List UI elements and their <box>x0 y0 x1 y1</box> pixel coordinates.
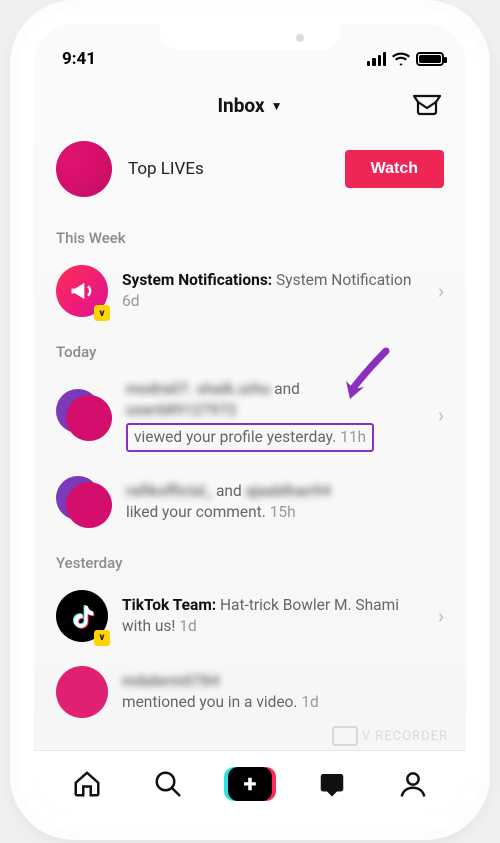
chevron-down-icon: ▼ <box>271 99 283 113</box>
profile-icon <box>398 769 428 799</box>
username-blurred: mdalerm0784 <box>122 672 220 690</box>
direct-messages-icon[interactable] <box>412 92 442 116</box>
home-icon <box>72 769 102 799</box>
username-blurred: modra07. shaik.urhu <box>126 380 270 398</box>
comment-like-text: liked your comment. <box>126 503 266 521</box>
notification-body: rafikofficial_ and ajaablhan94 liked you… <box>126 481 444 523</box>
create-button[interactable]: + <box>228 767 272 801</box>
chevron-right-icon: › <box>438 604 444 628</box>
notif-time: 15h <box>270 503 296 521</box>
bottom-tabbar: + <box>34 750 466 816</box>
tab-inbox[interactable] <box>310 769 354 799</box>
status-indicators <box>367 52 444 66</box>
notification-body: System Notifications: System Notificatio… <box>122 270 424 312</box>
section-this-week: This Week <box>34 215 466 253</box>
connector: and <box>274 380 300 398</box>
section-yesterday: Yesterday <box>34 540 466 578</box>
search-icon <box>153 769 183 799</box>
status-time: 9:41 <box>62 49 96 69</box>
live-avatar <box>56 141 112 197</box>
notification-mention[interactable]: mdalerm0784 mentioned you in a video. 1d <box>34 654 466 730</box>
mention-text: mentioned you in a video. <box>122 693 297 711</box>
notification-body: mdalerm0784 mentioned you in a video. 1d <box>122 671 444 713</box>
chevron-right-icon: › <box>438 403 444 427</box>
watermark-icon <box>332 726 358 746</box>
double-avatar <box>56 476 112 528</box>
tiktok-avatar: v <box>56 590 108 642</box>
battery-icon <box>416 52 444 66</box>
plus-icon: + <box>244 772 257 796</box>
phone-frame: 9:41 Inbox ▼ Top LIVEs Watch Th <box>20 10 480 830</box>
tab-discover[interactable] <box>146 769 190 799</box>
double-avatar <box>56 389 112 441</box>
notif-title-rest: System Notification <box>276 271 411 289</box>
signal-icon <box>367 52 386 66</box>
recorder-watermark: V RECORDER <box>332 726 448 746</box>
megaphone-avatar: v <box>56 265 108 317</box>
notif-time: 1d <box>179 617 196 635</box>
watch-button[interactable]: Watch <box>345 150 444 188</box>
wifi-icon <box>392 52 410 66</box>
highlighted-text: viewed your profile yesterday. 11h <box>126 423 374 452</box>
notif-time: 11h <box>340 428 366 446</box>
section-today: Today <box>34 329 466 367</box>
tab-create[interactable]: + <box>228 767 272 801</box>
verified-badge: v <box>94 630 110 646</box>
notif-time: 6d <box>122 292 139 310</box>
notification-body: TikTok Team: Hat-trick Bowler M. Shami w… <box>122 595 424 637</box>
top-lives-label: Top LIVEs <box>128 159 329 179</box>
notch <box>160 24 340 50</box>
verified-badge: v <box>94 305 110 321</box>
notif-time: 1d <box>301 693 318 711</box>
notif-title-bold: TikTok Team: <box>122 596 216 614</box>
watermark-text: V RECORDER <box>362 729 448 744</box>
user-avatar <box>56 666 108 718</box>
username-blurred: user689127972 <box>126 401 237 419</box>
inbox-icon <box>317 769 347 799</box>
top-lives-row[interactable]: Top LIVEs Watch <box>34 131 466 215</box>
chevron-right-icon: › <box>438 279 444 303</box>
inbox-title-dropdown[interactable]: Inbox ▼ <box>218 94 283 117</box>
screen: 9:41 Inbox ▼ Top LIVEs Watch Th <box>34 24 466 816</box>
notification-system[interactable]: v System Notifications: System Notificat… <box>34 253 466 329</box>
inbox-header: Inbox ▼ <box>34 76 466 131</box>
notif-title-bold: System Notifications: <box>122 271 272 289</box>
notification-body: modra07. shaik.urhu and user689127972 vi… <box>126 379 424 452</box>
notification-comment-like[interactable]: rafikofficial_ and ajaablhan94 liked you… <box>34 464 466 540</box>
connector: and <box>216 482 242 500</box>
username-blurred: ajaablhan94 <box>246 482 331 500</box>
tab-profile[interactable] <box>391 769 435 799</box>
profile-view-text: viewed your profile yesterday. <box>134 428 336 446</box>
notification-tiktok-team[interactable]: v TikTok Team: Hat-trick Bowler M. Shami… <box>34 578 466 654</box>
inbox-title-text: Inbox <box>218 94 265 117</box>
username-blurred: rafikofficial_ <box>126 482 212 500</box>
tab-home[interactable] <box>65 769 109 799</box>
notification-profile-view[interactable]: modra07. shaik.urhu and user689127972 vi… <box>34 367 466 464</box>
